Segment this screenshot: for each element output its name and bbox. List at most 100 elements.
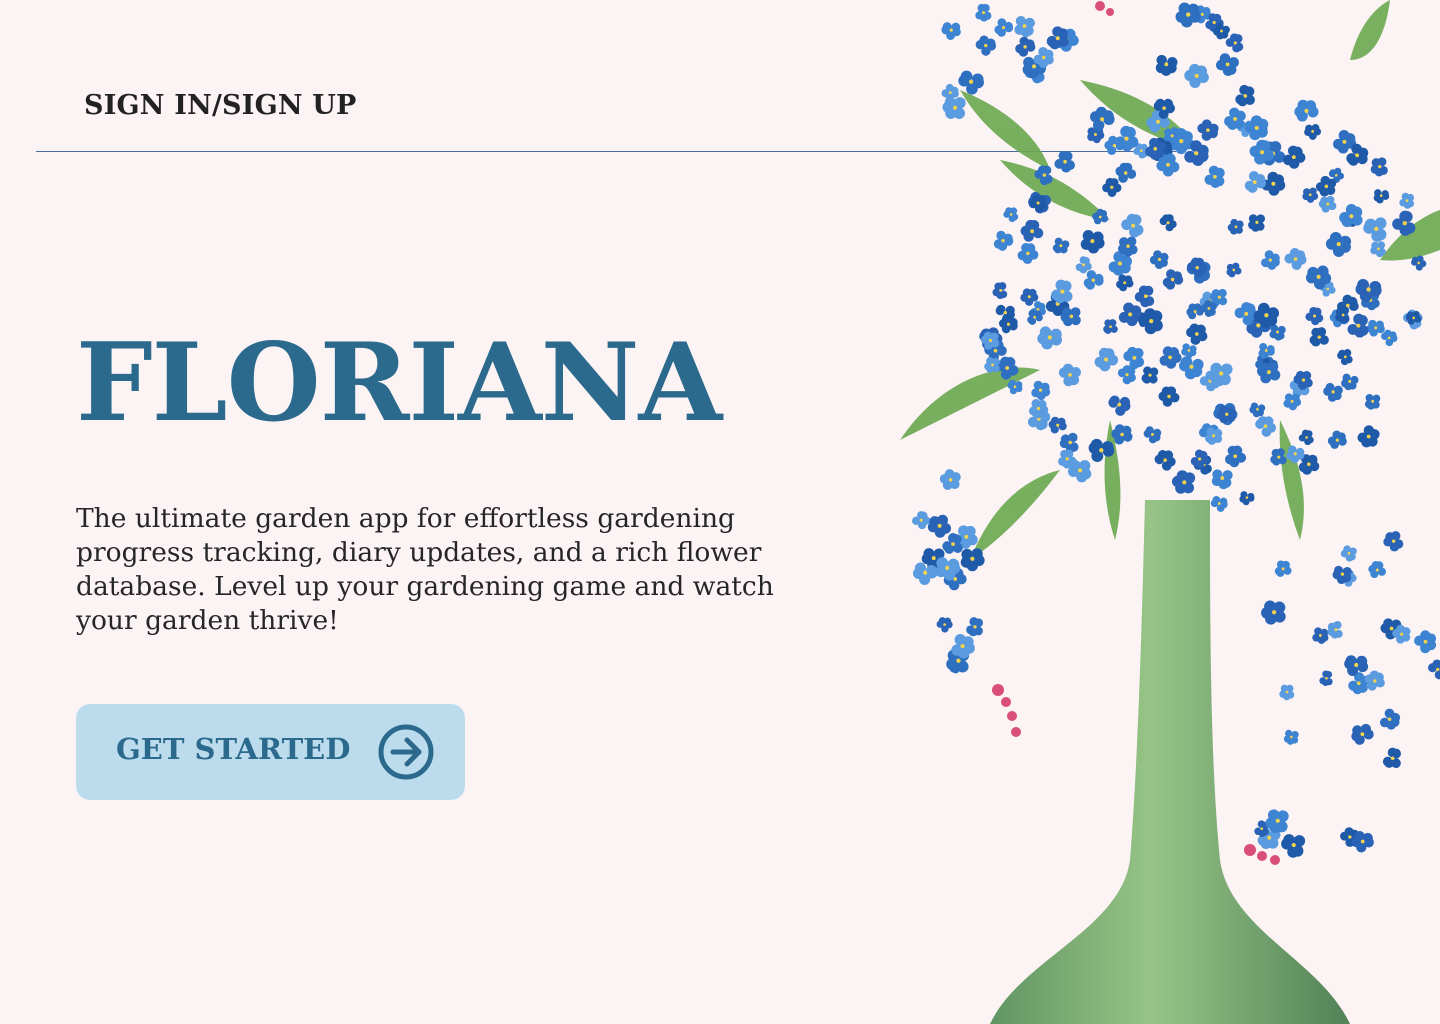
flower-blossom xyxy=(1149,250,1169,270)
flower-blossom xyxy=(998,315,1018,334)
flower-blossom xyxy=(1411,255,1427,271)
signin-signup-link[interactable]: SIGN IN/SIGN UP xyxy=(84,90,357,121)
flower-blossom xyxy=(1379,708,1401,730)
flower-blossom xyxy=(1080,230,1105,254)
flower-blossom xyxy=(1115,162,1137,183)
flower-blossom xyxy=(1284,247,1307,270)
flower-blossom xyxy=(1186,323,1208,345)
flower-blossom xyxy=(1370,157,1388,177)
flower-blossom xyxy=(984,357,1000,373)
flower-blossom xyxy=(1178,356,1204,380)
flower-blossom xyxy=(960,548,985,572)
flower-blossom xyxy=(1318,195,1337,213)
flower-blossom xyxy=(1226,262,1242,278)
flower-blossom xyxy=(1368,561,1386,579)
get-started-button[interactable]: GET STARTED xyxy=(76,704,465,800)
flower-blossom xyxy=(1347,313,1369,338)
flower-blossom xyxy=(1117,365,1136,385)
flower-blossom xyxy=(992,282,1008,300)
flower-blossom xyxy=(1058,363,1081,387)
flower-blossom xyxy=(1162,269,1184,290)
flower-blossom xyxy=(1351,723,1374,745)
flower-blossom xyxy=(927,514,951,538)
flower-blossom xyxy=(1256,361,1281,384)
flower-blossom xyxy=(1399,192,1415,209)
flower-blossom xyxy=(936,617,953,633)
flower-blossom xyxy=(1248,214,1266,232)
flower-blossom xyxy=(1155,54,1178,76)
flower-blossom xyxy=(1090,106,1115,131)
flower-blossom xyxy=(1312,627,1329,644)
flower-blossom xyxy=(1159,214,1177,232)
flower-blossom xyxy=(1382,747,1401,769)
flower-blossom xyxy=(1141,366,1159,384)
flower-blossom xyxy=(1325,231,1352,257)
flower-blossom xyxy=(939,469,961,490)
flower-blossom xyxy=(1181,343,1197,359)
flower-blossom xyxy=(951,634,975,659)
flower-blossom xyxy=(1215,53,1239,77)
flower-blossom xyxy=(1281,834,1306,858)
flower-blossom xyxy=(942,533,963,554)
flower-blossom xyxy=(1298,429,1314,446)
flower-blossom xyxy=(975,3,992,22)
flower-blossom xyxy=(1357,425,1380,448)
flower-blossom xyxy=(1102,177,1122,197)
app-tagline: The ultimate garden app for effortless g… xyxy=(76,503,774,636)
flower-blossom xyxy=(1017,242,1039,265)
flower-blossom xyxy=(1027,309,1043,325)
flower-blossom xyxy=(1274,560,1292,577)
flower-blossom xyxy=(1414,630,1437,654)
flower-blossom xyxy=(1116,274,1134,292)
flower-blossom xyxy=(1364,393,1381,410)
flower-blossom xyxy=(1007,379,1023,395)
flower-blossom xyxy=(1315,175,1337,197)
flower-blossom xyxy=(1052,237,1070,254)
flower-blossom xyxy=(1282,145,1306,169)
flower-blossom xyxy=(1118,302,1143,327)
flower-blossom xyxy=(993,230,1014,251)
flower-blossom xyxy=(1094,347,1119,372)
flower-blossom xyxy=(912,562,938,585)
flower-blossom xyxy=(941,22,961,40)
flower-blossom xyxy=(1309,327,1329,347)
flower-blossom xyxy=(1305,306,1324,326)
flower-blossom xyxy=(1051,279,1073,304)
flower-blossom xyxy=(1209,362,1233,387)
arrow-right-circle-icon xyxy=(378,724,434,780)
flower-blossom xyxy=(1283,729,1299,745)
flower-blossom xyxy=(1211,469,1233,490)
flower-blossom xyxy=(1138,308,1163,335)
flower-blossom xyxy=(1239,491,1255,506)
flower-blossom xyxy=(1204,165,1225,188)
flower-blossom xyxy=(1204,427,1223,445)
flower-blossom xyxy=(1143,426,1162,444)
flower-blossom xyxy=(1158,386,1180,407)
flower-blossom xyxy=(1083,270,1104,290)
flower-blossom xyxy=(1370,241,1386,258)
flower-blossom xyxy=(1108,395,1131,416)
flower-blossom xyxy=(1134,285,1155,308)
flower-blossom xyxy=(1255,416,1277,437)
flower-blossom xyxy=(1054,150,1075,173)
flower-blossom xyxy=(1340,545,1357,562)
flower-blossom xyxy=(1283,393,1302,411)
flower-blossom xyxy=(1184,63,1209,89)
flower-blossom xyxy=(1020,219,1044,242)
flower-blossom xyxy=(1003,207,1019,223)
flower-blossom xyxy=(1363,217,1387,242)
flower-blossom xyxy=(1279,684,1295,701)
flower-blossom xyxy=(966,617,983,637)
flower-blossom xyxy=(1225,33,1244,53)
flower-blossom xyxy=(1175,2,1201,28)
flower-blossom xyxy=(1244,171,1266,193)
flower-blossom xyxy=(1037,326,1063,350)
flower-blossom xyxy=(1302,187,1319,203)
forget-me-not-vase-illustration xyxy=(900,0,1440,1024)
flower-blossom xyxy=(994,18,1014,37)
flower-blossom xyxy=(1383,531,1404,552)
flower-blossom xyxy=(1031,380,1051,401)
flower-blossom xyxy=(1159,346,1182,369)
flower-blossom xyxy=(1258,342,1275,359)
flower-blossom xyxy=(1332,565,1352,585)
